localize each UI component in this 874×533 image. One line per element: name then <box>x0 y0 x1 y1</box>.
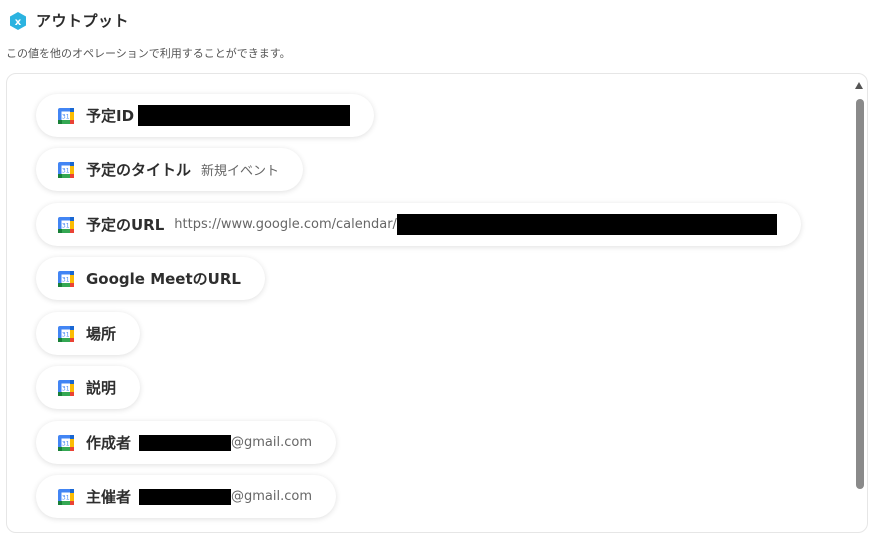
svg-text:31: 31 <box>62 276 70 283</box>
svg-text:x: x <box>15 17 22 28</box>
section-title: アウトプット <box>36 12 130 30</box>
output-value: @gmail.com <box>231 489 313 504</box>
output-item-creator[interactable]: 31 作成者 @gmail.com <box>36 421 337 464</box>
redacted-value <box>396 214 777 235</box>
redacted-value <box>139 434 232 451</box>
svg-text:31: 31 <box>62 331 70 338</box>
output-label: Google MeetのURL <box>86 270 241 288</box>
output-item-event-url[interactable]: 31 予定のURL https://www.google.com/calenda… <box>36 203 801 246</box>
hexagon-x-icon: x <box>10 11 26 30</box>
redacted-value <box>138 105 351 126</box>
svg-text:31: 31 <box>62 222 70 229</box>
output-item-organizer[interactable]: 31 主催者 @gmail.com <box>36 475 337 518</box>
output-label: 予定のタイトル <box>86 161 192 179</box>
google-calendar-icon: 31 <box>58 325 74 342</box>
output-header: x アウトプット <box>8 10 129 31</box>
google-calendar-icon: 31 <box>58 161 74 178</box>
scrollbar-thumb[interactable] <box>856 99 864 489</box>
output-item-description[interactable]: 31 説明 <box>36 366 141 409</box>
svg-text:31: 31 <box>62 113 70 120</box>
output-item-meet-url[interactable]: 31 Google MeetのURL <box>36 257 265 300</box>
google-calendar-icon: 31 <box>58 379 74 396</box>
output-item-event-title[interactable]: 31 予定のタイトル 新規イベント <box>36 148 304 191</box>
output-label: 説明 <box>86 379 117 397</box>
output-item-event-id[interactable]: 31 予定ID <box>36 94 375 137</box>
output-label: 予定ID <box>86 107 135 125</box>
google-calendar-icon: 31 <box>58 107 74 124</box>
output-list-panel[interactable]: 31 予定ID 31 予定のタイトル 新規イベント 31 予定のURL http… <box>6 73 868 533</box>
redacted-value <box>139 488 232 505</box>
output-label: 主催者 <box>86 488 132 506</box>
google-calendar-icon: 31 <box>58 434 74 451</box>
svg-text:31: 31 <box>62 494 70 501</box>
output-label: 作成者 <box>86 434 132 452</box>
output-value: @gmail.com <box>231 435 313 450</box>
output-label: 場所 <box>86 325 117 343</box>
google-calendar-icon: 31 <box>58 216 74 233</box>
output-item-location[interactable]: 31 場所 <box>36 312 141 355</box>
scroll-up-arrow-icon[interactable] <box>855 82 863 89</box>
svg-text:31: 31 <box>62 167 70 174</box>
svg-text:31: 31 <box>62 385 70 392</box>
svg-text:31: 31 <box>62 440 70 447</box>
output-label: 予定のURL <box>86 216 165 234</box>
output-value: https://www.google.com/calendar/ <box>174 217 397 232</box>
google-calendar-icon: 31 <box>58 488 74 505</box>
output-value: 新規イベント <box>201 164 280 179</box>
section-description: この値を他のオペレーションで利用することができます。 <box>6 47 291 60</box>
google-calendar-icon: 31 <box>58 270 74 287</box>
